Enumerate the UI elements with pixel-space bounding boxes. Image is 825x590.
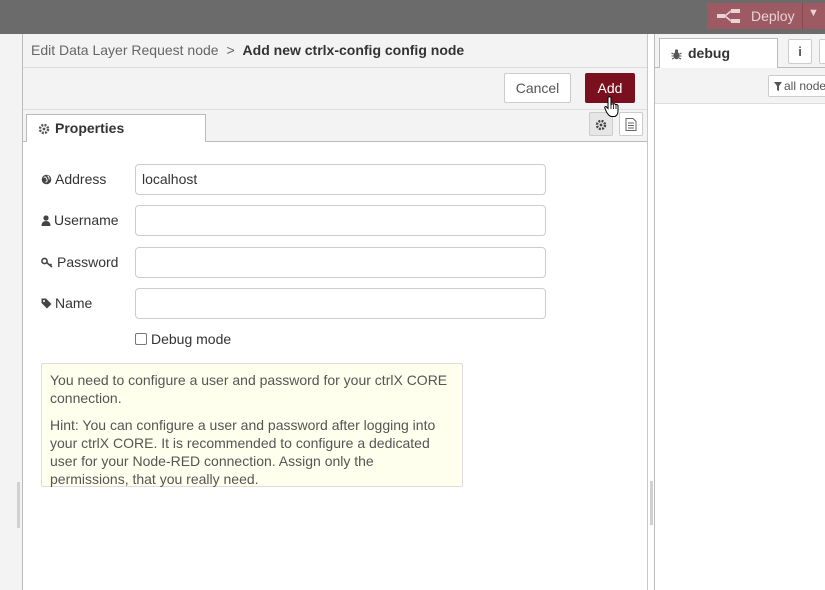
name-label-text: Name	[55, 295, 93, 311]
tray-header: Edit Data Layer Request node > Add new c…	[23, 34, 647, 68]
info-paragraph-1: You need to configure a user and passwor…	[50, 372, 448, 406]
tab-properties[interactable]: Properties	[26, 114, 206, 142]
sidebar-tabs: debug i	[655, 34, 825, 68]
key-icon	[41, 257, 53, 268]
address-row: Address localhost	[41, 164, 551, 195]
debug-toolbar: all nodes	[655, 68, 825, 104]
deploy-menu-caret-icon[interactable]: ▼	[808, 7, 819, 19]
deploy-button[interactable]: Deploy ▼	[707, 3, 825, 29]
globe-icon	[41, 174, 52, 185]
username-label-text: Username	[54, 212, 119, 228]
info-paragraph-2: Hint: You can configure a user and passw…	[50, 417, 436, 487]
breadcrumb-current: Add new ctrlx-config config node	[242, 42, 465, 58]
app-header: Deploy ▼	[0, 0, 825, 34]
breadcrumb: Edit Data Layer Request node > Add new c…	[31, 42, 464, 58]
info-button[interactable]: i	[788, 39, 812, 64]
deploy-icon	[717, 9, 743, 26]
tab-debug[interactable]: debug	[659, 38, 778, 68]
document-icon	[625, 118, 637, 134]
debug-mode-checkbox[interactable]	[135, 333, 147, 345]
name-label: Name	[41, 295, 92, 311]
debug-filter-label: all nodes	[784, 79, 825, 93]
user-icon	[41, 215, 51, 226]
deploy-label: Deploy	[751, 8, 795, 24]
password-label: Password	[41, 254, 118, 270]
tag-icon	[41, 298, 52, 309]
workspace-strip	[0, 34, 23, 590]
sidebar-menu-button[interactable]	[819, 39, 825, 64]
edit-tray: Edit Data Layer Request node > Add new c…	[23, 34, 653, 590]
password-label-text: Password	[57, 254, 119, 270]
gear-icon	[38, 122, 50, 138]
username-label: Username	[41, 212, 119, 228]
description-tab[interactable]	[619, 112, 643, 136]
info-box: You need to configure a user and passwor…	[41, 363, 463, 487]
debug-mode-row[interactable]: Debug mode	[135, 331, 231, 347]
address-label-text: Address	[55, 171, 107, 187]
password-row: Password	[41, 247, 551, 278]
username-row: Username	[41, 205, 551, 236]
breadcrumb-separator: >	[226, 42, 235, 58]
tray-tabs: Properties	[23, 110, 647, 142]
tab-properties-label: Properties	[55, 120, 125, 136]
password-input[interactable]	[135, 247, 546, 278]
name-row: Name	[41, 288, 551, 319]
address-label: Address	[41, 171, 106, 187]
tray-toolbar: Cancel Add	[23, 68, 647, 110]
tray-resize-handle[interactable]	[650, 481, 653, 525]
tab-debug-label: debug	[688, 45, 730, 61]
name-input[interactable]	[135, 288, 546, 319]
deploy-separator	[802, 3, 803, 29]
sidebar: debug i all nodes	[654, 34, 825, 590]
cancel-button[interactable]: Cancel	[504, 73, 571, 103]
bug-icon	[671, 47, 682, 63]
debug-filter-button[interactable]: all nodes	[768, 75, 825, 97]
breadcrumb-parent[interactable]: Edit Data Layer Request node	[31, 42, 219, 58]
address-input[interactable]: localhost	[135, 164, 546, 195]
username-input[interactable]	[135, 205, 546, 236]
filter-icon	[774, 82, 782, 91]
workspace-scroll-handle[interactable]	[17, 482, 20, 528]
hand-cursor-icon	[604, 96, 620, 121]
debug-mode-label: Debug mode	[151, 331, 232, 347]
